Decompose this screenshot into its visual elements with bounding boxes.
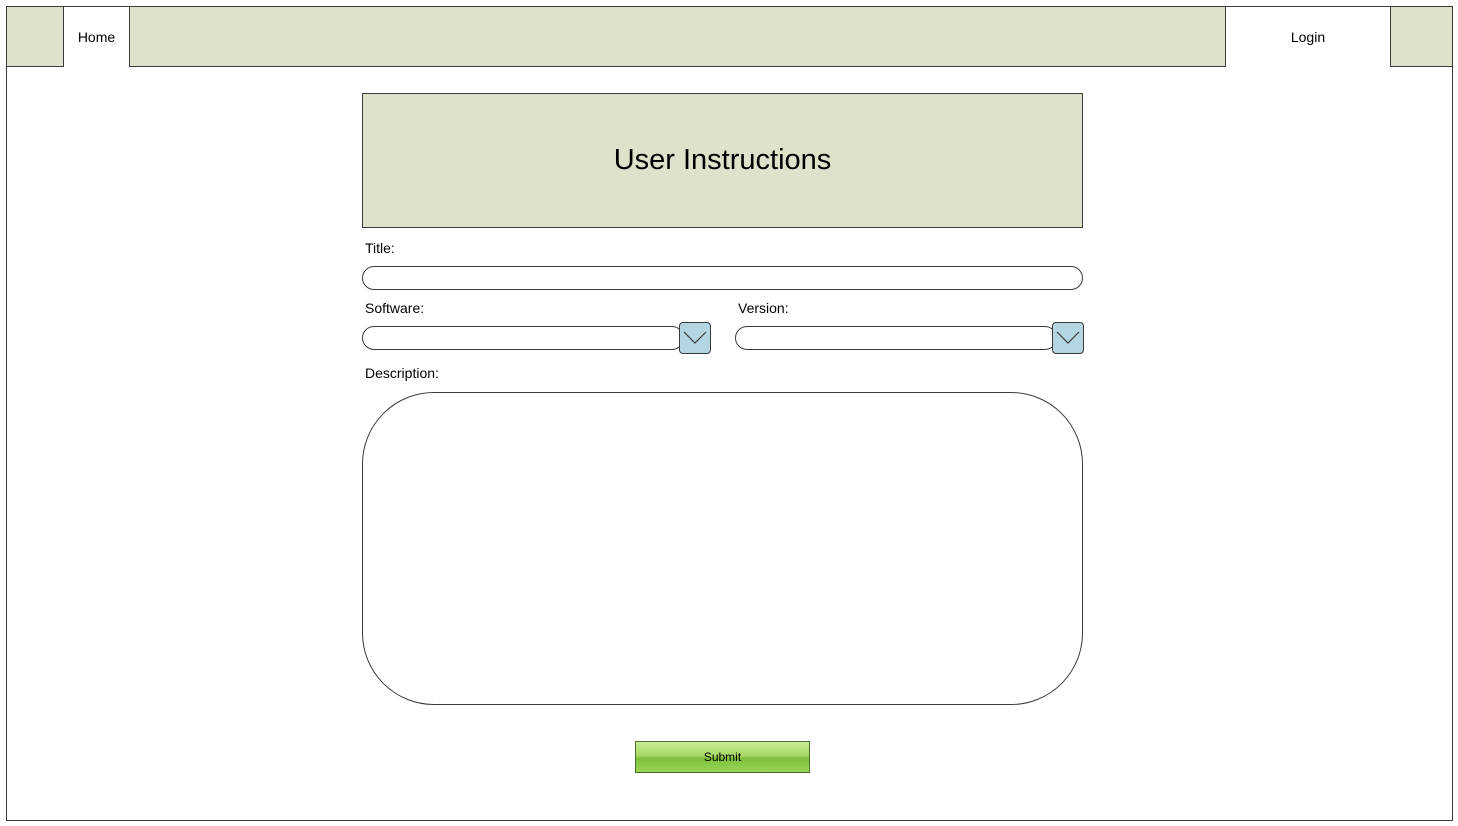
login-button-label: Login <box>1290 29 1326 45</box>
home-button[interactable]: Home <box>63 7 130 67</box>
page-frame: Home Login User Instructions Title: Soft… <box>6 6 1453 821</box>
software-select[interactable] <box>362 326 684 350</box>
top-navbar: Home Login <box>7 7 1452 67</box>
chevron-down-icon <box>1056 331 1080 344</box>
home-button-label: Home <box>77 29 116 45</box>
version-select[interactable] <box>735 326 1057 350</box>
title-input[interactable] <box>362 266 1083 290</box>
software-label: Software: <box>365 300 425 316</box>
submit-button-label: Submit <box>703 750 742 764</box>
login-button[interactable]: Login <box>1225 7 1391 67</box>
submit-button[interactable]: Submit <box>635 741 810 773</box>
page-title: User Instructions <box>613 144 832 176</box>
chevron-down-icon <box>683 331 707 344</box>
description-textarea[interactable] <box>362 392 1083 705</box>
software-dropdown-button[interactable] <box>679 322 711 354</box>
description-label: Description: <box>365 365 439 381</box>
version-dropdown-button[interactable] <box>1052 322 1084 354</box>
version-label: Version: <box>738 300 789 316</box>
title-label: Title: <box>365 240 395 256</box>
page-header: User Instructions <box>362 93 1083 228</box>
